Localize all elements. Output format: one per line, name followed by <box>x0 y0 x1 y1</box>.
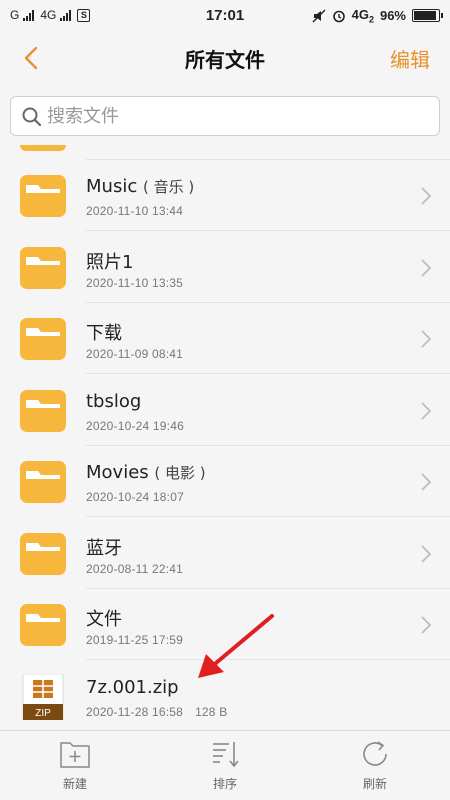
folder-icon <box>20 175 66 217</box>
sort-label: 排序 <box>212 777 237 791</box>
file-date: 2020-11-10 13:44 <box>86 204 184 218</box>
folder-icon-partial <box>20 145 66 151</box>
refresh-label: 刷新 <box>362 777 387 791</box>
file-date: 2020-10-24 19:46 <box>86 418 184 433</box>
chevron-right-icon <box>421 258 432 277</box>
file-name: 照片1 <box>86 251 134 273</box>
new-folder-icon <box>60 742 90 768</box>
folder-row[interactable]: 蓝牙 2020-08-11 22:41 <box>0 518 450 589</box>
chevron-right-icon <box>421 187 432 205</box>
file-name: 文件 <box>86 609 122 630</box>
folder-row[interactable]: 下载 2020-11-09 08:41 <box>0 303 450 374</box>
search-icon <box>22 107 42 127</box>
chevron-right-icon <box>421 401 432 420</box>
mute-icon <box>312 9 326 23</box>
file-date: 2020-08-11 22:41 <box>86 561 184 576</box>
folder-icon <box>20 461 66 503</box>
refresh-button[interactable]: 刷新 <box>335 739 415 792</box>
chevron-right-icon <box>421 473 432 491</box>
annotation-arrow-icon <box>198 614 274 678</box>
folder-icon <box>20 532 66 575</box>
folder-row[interactable]: Movies ( 电影 ) 2020-10-24 18:07 <box>0 446 450 517</box>
bottom-toolbar: 新建 排序 刷新 <box>0 730 450 800</box>
folder-icon <box>20 604 66 646</box>
file-date: 2020-11-09 08:41 <box>86 347 184 361</box>
file-name: Movies ( 电影 ) <box>86 462 206 483</box>
file-name: 下载 <box>86 323 122 344</box>
file-name-sub: ( 电影 ) <box>154 464 206 482</box>
file-name: Music ( 音乐 ) <box>86 176 195 197</box>
folder-icon <box>20 389 66 432</box>
search-input[interactable] <box>47 102 427 130</box>
header: 所有文件 编辑 <box>0 32 450 84</box>
chevron-right-icon <box>421 544 432 563</box>
new-button[interactable]: 新建 <box>35 739 115 792</box>
file-date: 2020-10-24 18:07 <box>86 490 184 504</box>
page-title: 所有文件 <box>185 48 265 72</box>
folder-row[interactable]: Music ( 音乐 ) 2020-11-10 13:44 <box>0 160 450 231</box>
status-right: 4G2 96% <box>312 7 443 25</box>
file-name: 7z.001.zip <box>86 676 179 698</box>
battery-percent: 96% <box>379 8 406 24</box>
chevron-right-icon <box>421 616 432 634</box>
folder-icon <box>20 318 66 360</box>
folder-row[interactable]: 照片1 2020-11-10 13:35 <box>0 232 450 303</box>
status-bar: G 4G S 17:01 4G2 96% <box>0 0 450 32</box>
file-date: 2019-11-25 17:59 <box>86 633 184 647</box>
battery-icon <box>412 9 443 23</box>
battery-fill <box>414 11 437 21</box>
file-name: 蓝牙 <box>86 537 122 559</box>
search-box[interactable] <box>10 96 440 136</box>
zip-file-icon: ZIP <box>22 673 64 720</box>
zip-badge: ZIP <box>35 708 51 719</box>
new-label: 新建 <box>62 777 87 791</box>
alarm-icon <box>332 10 345 23</box>
sort-button[interactable]: 排序 <box>185 739 265 792</box>
folder-icon <box>20 246 66 289</box>
network-right-label: 4G2 <box>351 7 374 25</box>
edit-button[interactable]: 编辑 <box>390 44 430 73</box>
refresh-icon <box>363 741 387 766</box>
folder-row[interactable]: tbslog 2020-10-24 19:46 <box>0 375 450 446</box>
file-size: 128 B <box>195 704 228 719</box>
file-name: tbslog <box>86 390 142 412</box>
file-date: 2020-11-10 13:35 <box>86 275 184 290</box>
file-date: 2020-11-28 16:58 128 B <box>86 704 228 719</box>
sort-icon <box>213 742 239 768</box>
file-name-sub: ( 音乐 ) <box>142 178 195 196</box>
chevron-right-icon <box>421 330 432 348</box>
